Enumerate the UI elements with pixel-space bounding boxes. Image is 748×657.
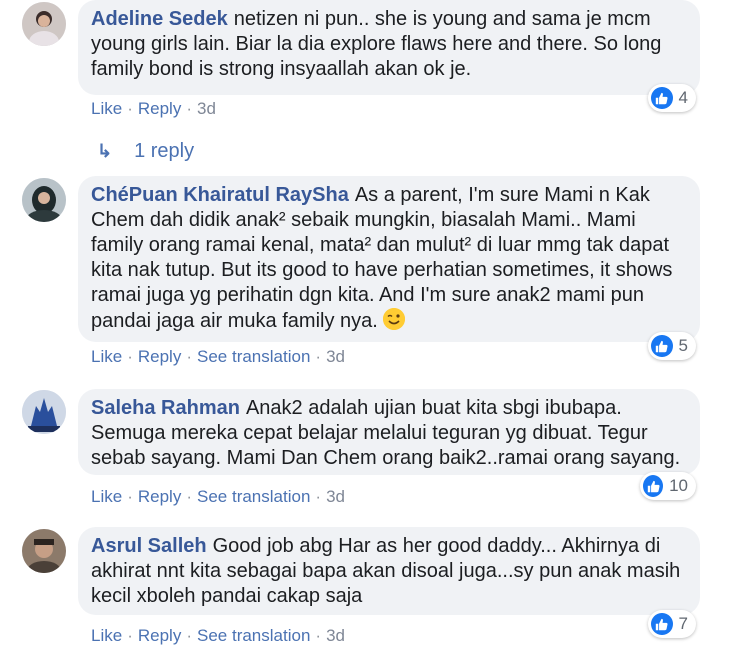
reply-link[interactable]: Reply (138, 347, 181, 366)
like-reaction-icon (651, 335, 673, 357)
timestamp[interactable]: 3d (326, 626, 345, 645)
replies-count[interactable]: 1 reply (134, 140, 194, 163)
avatar[interactable] (22, 390, 66, 434)
comment-bubble: Saleha Rahman Anak2 adalah ujian buat kit… (78, 389, 700, 475)
view-replies-link[interactable]: ↳ 1 reply (97, 140, 194, 163)
like-reaction-icon (651, 87, 673, 109)
like-reaction-icon (651, 613, 673, 635)
comment-author[interactable]: ChéPuan Khairatul RaySha (91, 184, 349, 206)
reaction-count-badge[interactable]: 10 (640, 472, 696, 500)
comment-actions: Like · Reply · See translation · 3d (91, 626, 345, 646)
comment-actions: Like · Reply · See translation · 3d (91, 347, 345, 367)
like-reaction-icon (643, 475, 664, 497)
separator: · (127, 99, 133, 118)
separator: · (186, 626, 192, 645)
comment-author[interactable]: Asrul Salleh (91, 535, 207, 557)
comment-bubble: ChéPuan Khairatul RaySha As a parent, I'm… (78, 176, 700, 342)
reply-link[interactable]: Reply (138, 99, 181, 118)
reaction-count: 10 (669, 476, 688, 495)
avatar[interactable] (22, 178, 66, 222)
see-translation-link[interactable]: See translation (197, 626, 310, 645)
comment-bubble: Adeline Sedek netizen ni pun.. she is you… (78, 0, 700, 95)
reaction-count: 7 (678, 614, 688, 633)
wink-emoji-icon (383, 308, 406, 330)
reaction-count-badge[interactable]: 5 (648, 332, 696, 360)
comment-text: As a parent, I'm sure Mami n Kak Chem da… (91, 184, 673, 332)
comment-author[interactable]: Adeline Sedek (91, 8, 228, 30)
comment-actions: Like · Reply · See translation · 3d (91, 487, 345, 507)
separator: · (315, 487, 322, 506)
comment-bubble: Asrul Salleh Good job abg Har as her good… (78, 527, 700, 615)
comment-actions: Like · Reply · 3d (91, 99, 216, 119)
separator: · (315, 347, 322, 366)
see-translation-link[interactable]: See translation (197, 487, 310, 506)
separator: · (127, 626, 133, 645)
timestamp[interactable]: 3d (326, 487, 345, 506)
separator: · (315, 626, 322, 645)
reaction-count-badge[interactable]: 7 (648, 610, 696, 638)
comment-author[interactable]: Saleha Rahman (91, 397, 240, 419)
separator: · (186, 347, 192, 366)
reply-arrow-icon: ↳ (97, 141, 113, 161)
separator: · (127, 347, 133, 366)
reaction-count: 4 (678, 88, 688, 107)
separator: · (186, 487, 192, 506)
reply-link[interactable]: Reply (138, 487, 181, 506)
avatar[interactable] (22, 529, 66, 573)
reply-link[interactable]: Reply (138, 626, 181, 645)
avatar[interactable] (22, 2, 66, 46)
separator: · (127, 487, 133, 506)
reaction-count-badge[interactable]: 4 (648, 84, 696, 112)
timestamp[interactable]: 3d (326, 347, 345, 366)
like-link[interactable]: Like (91, 347, 122, 366)
like-link[interactable]: Like (91, 99, 122, 118)
like-link[interactable]: Like (91, 487, 122, 506)
see-translation-link[interactable]: See translation (197, 347, 310, 366)
separator: · (186, 99, 192, 118)
like-link[interactable]: Like (91, 626, 122, 645)
reaction-count: 5 (678, 336, 688, 355)
timestamp[interactable]: 3d (197, 99, 216, 118)
